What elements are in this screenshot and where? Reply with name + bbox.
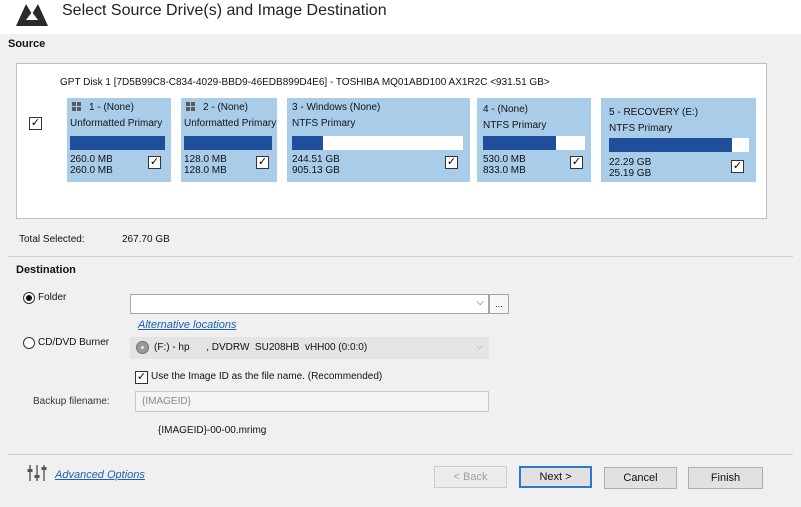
partition-5-usage-fill <box>609 138 733 152</box>
finish-button[interactable]: Finish <box>688 467 763 489</box>
partition-5-title: 5 - RECOVERY (E:) <box>609 107 699 118</box>
folder-path-combo[interactable]: ⌵ <box>130 294 489 314</box>
partition-1-used: 260.0 MB <box>70 154 113 165</box>
use-image-id-label[interactable]: Use the Image ID as the file name. (Reco… <box>151 371 382 382</box>
partition-2-tile[interactable]: 2 - (None) Unformatted Primary 128.0 MB … <box>181 98 277 182</box>
folder-radio[interactable] <box>23 292 35 304</box>
cd-dvd-burner-radio[interactable] <box>23 337 35 349</box>
chevron-down-icon[interactable]: ⌵ <box>476 341 483 352</box>
partition-1-total: 260.0 MB <box>70 165 113 176</box>
sliders-icon[interactable] <box>26 464 48 482</box>
total-selected-label: Total Selected: <box>19 234 85 245</box>
alternative-locations-link[interactable]: Alternative locations <box>138 319 236 331</box>
partition-1-usage-fill <box>70 136 165 150</box>
backup-filename-label: Backup filename: <box>33 396 110 407</box>
partition-5-tile[interactable]: 5 - RECOVERY (E:) NTFS Primary 22.29 GB … <box>601 98 756 182</box>
partition-3-total: 905.13 GB <box>292 165 340 176</box>
partition-4-checkbox[interactable]: ✓ <box>570 156 583 169</box>
partition-5-checkbox[interactable]: ✓ <box>731 160 744 173</box>
back-button[interactable]: < Back <box>434 466 507 488</box>
radio-selected-dot <box>26 295 32 301</box>
partition-5-used: 22.29 GB <box>609 157 652 168</box>
partition-3-used: 244.51 GB <box>292 154 340 165</box>
folder-label[interactable]: Folder <box>38 292 66 303</box>
footer-divider <box>8 454 793 455</box>
partition-2-used: 128.0 MB <box>184 154 227 165</box>
burner-drive-value: (F:) - hp , DVDRW SU208HB vHH00 (0:0:0) <box>154 342 368 353</box>
partition-2-type: Unformatted Primary <box>184 118 277 129</box>
cd-dvd-burner-label[interactable]: CD/DVD Burner <box>38 337 109 348</box>
partition-4-tile[interactable]: 4 - (None) NTFS Primary 530.0 MB 833.0 M… <box>477 98 591 182</box>
next-button[interactable]: Next > <box>519 466 592 488</box>
use-image-id-checkbox[interactable]: ✓ <box>135 371 148 384</box>
partition-3-type: NTFS Primary <box>292 118 356 129</box>
partition-4-used: 530.0 MB <box>483 154 526 165</box>
partition-1-title: 1 - (None) <box>89 102 135 113</box>
destination-heading: Destination <box>16 264 76 276</box>
partition-3-checkbox[interactable]: ✓ <box>445 156 458 169</box>
partition-2-usage-bar <box>184 136 272 150</box>
partition-2-usage-fill <box>184 136 272 150</box>
partition-1-tile[interactable]: 1 - (None) Unformatted Primary 260.0 MB … <box>67 98 171 182</box>
partition-4-type: NTFS Primary <box>483 120 547 131</box>
disk-checkbox[interactable]: ✓ <box>29 117 42 130</box>
partition-4-total: 833.0 MB <box>483 165 526 176</box>
partition-5-usage-bar <box>609 138 749 152</box>
partition-4-usage-fill <box>483 136 557 150</box>
partition-2-checkbox[interactable]: ✓ <box>256 156 269 169</box>
partition-3-title: 3 - Windows (None) <box>292 102 381 113</box>
partition-4-usage-bar <box>483 136 585 150</box>
section-divider <box>8 256 793 257</box>
partition-3-tile[interactable]: 3 - Windows (None) NTFS Primary 244.51 G… <box>287 98 470 182</box>
windows-icon <box>186 102 196 112</box>
app-logo <box>12 0 52 30</box>
source-heading: Source <box>8 38 46 50</box>
burner-drive-combo[interactable]: (F:) - hp , DVDRW SU208HB vHH00 (0:0:0) … <box>130 337 489 359</box>
chevron-down-icon[interactable]: ⌵ <box>476 297 484 308</box>
total-selected-value: 267.70 GB <box>122 234 170 245</box>
partition-2-title: 2 - (None) <box>203 102 249 113</box>
partition-4-title: 4 - (None) <box>483 104 529 115</box>
disk-header: GPT Disk 1 [7D5B99C8-C834-4029-BBD9-46ED… <box>60 77 550 88</box>
windows-icon <box>72 102 82 112</box>
partition-1-checkbox[interactable]: ✓ <box>148 156 161 169</box>
partition-5-type: NTFS Primary <box>609 123 673 134</box>
browse-button[interactable]: ... <box>489 294 509 314</box>
dialog-title: Select Source Drive(s) and Image Destina… <box>62 2 387 19</box>
partition-3-usage-bar <box>292 136 463 150</box>
advanced-options-link[interactable]: Advanced Options <box>55 469 145 481</box>
cancel-button[interactable]: Cancel <box>604 467 677 489</box>
filename-preview: {IMAGEID}-00-00.mrimg <box>158 425 267 436</box>
partition-3-usage-fill <box>292 136 323 150</box>
partition-5-total: 25.19 GB <box>609 168 652 179</box>
partition-2-total: 128.0 MB <box>184 165 227 176</box>
disc-drive-icon <box>136 341 149 354</box>
partition-1-type: Unformatted Primary <box>70 118 163 129</box>
backup-filename-input[interactable]: {IMAGEID} <box>135 391 489 412</box>
partition-1-usage-bar <box>70 136 165 150</box>
